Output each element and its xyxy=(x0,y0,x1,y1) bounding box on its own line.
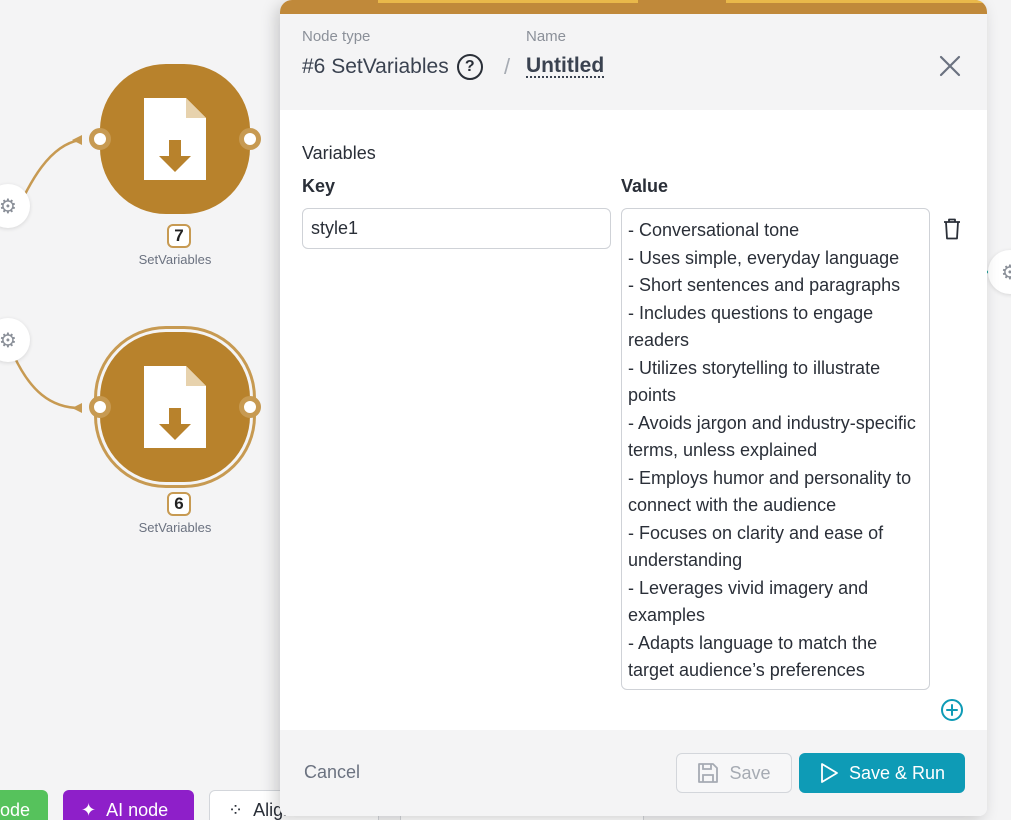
save-and-run-label: Save & Run xyxy=(849,763,945,784)
set-variables-node-6[interactable] xyxy=(100,332,250,482)
sparkle-icon: ✦ xyxy=(81,800,96,820)
save-and-run-button[interactable]: Save & Run xyxy=(799,753,965,793)
plus-circle-icon xyxy=(940,698,964,722)
input-port[interactable] xyxy=(89,128,111,150)
trash-icon xyxy=(943,218,961,240)
add-variable-button[interactable] xyxy=(940,698,964,722)
output-port[interactable] xyxy=(239,396,261,418)
modal-header: Node type #6 SetVariables ? / Name Untit… xyxy=(280,14,987,110)
play-icon xyxy=(819,762,839,784)
name-field[interactable]: Untitled xyxy=(526,54,604,78)
close-button[interactable] xyxy=(936,52,964,80)
value-column-header: Value xyxy=(621,176,668,197)
add-node-label: ode xyxy=(0,800,30,820)
input-port[interactable] xyxy=(89,396,111,418)
set-variables-node-7[interactable] xyxy=(100,64,250,214)
node-label: SetVariables xyxy=(115,520,235,535)
modal-footer: Cancel Save Save & Run xyxy=(280,730,987,816)
save-label: Save xyxy=(729,763,770,784)
node-type-value: #6 SetVariables ? xyxy=(302,54,483,80)
node-settings-modal: Node type #6 SetVariables ? / Name Untit… xyxy=(280,0,987,816)
delete-variable-button[interactable] xyxy=(940,216,964,242)
node-number-badge: 6 xyxy=(167,492,191,516)
variable-value-textarea[interactable]: - Conversational tone - Uses simple, eve… xyxy=(621,208,930,690)
node-type-label: Node type xyxy=(302,28,370,45)
file-download-icon xyxy=(140,94,210,184)
variable-key-input[interactable] xyxy=(302,208,611,249)
ai-node-button[interactable]: ✦ AI node xyxy=(63,790,194,820)
header-separator: / xyxy=(504,54,510,80)
close-icon xyxy=(939,55,961,77)
add-node-button[interactable]: ode xyxy=(0,790,48,820)
save-icon xyxy=(697,762,719,784)
modal-top-bar xyxy=(280,0,987,14)
gear-icon: ⚙ xyxy=(0,328,17,352)
ai-node-label: AI node xyxy=(106,800,168,820)
node-number-badge: 7 xyxy=(167,224,191,248)
key-column-header: Key xyxy=(302,176,335,197)
gear-icon: ⚙ xyxy=(1001,260,1011,284)
grid-dots-icon: ⁘ xyxy=(228,800,243,820)
output-port[interactable] xyxy=(239,128,261,150)
node-label: SetVariables xyxy=(115,252,235,267)
node-type-text: #6 SetVariables xyxy=(302,55,449,79)
name-value[interactable]: Untitled xyxy=(526,54,604,78)
name-label: Name xyxy=(526,28,566,45)
cancel-button[interactable]: Cancel xyxy=(304,762,360,783)
file-download-icon xyxy=(140,362,210,452)
save-button[interactable]: Save xyxy=(676,753,792,793)
help-icon[interactable]: ? xyxy=(457,54,483,80)
variables-section-title: Variables xyxy=(302,143,376,164)
gear-icon: ⚙ xyxy=(0,194,17,218)
